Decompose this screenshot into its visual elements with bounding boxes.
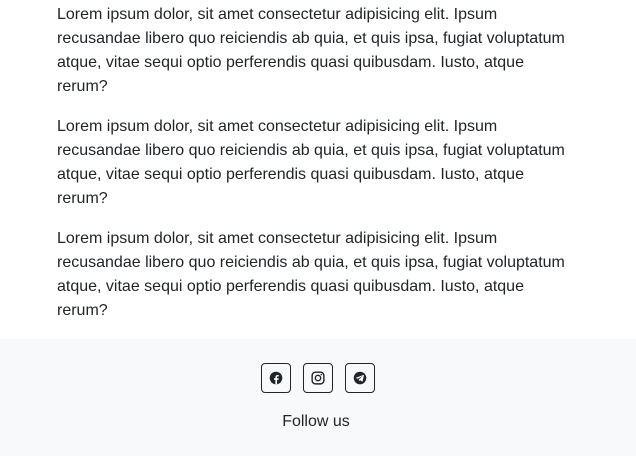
telegram-icon [353,371,367,385]
content-paragraph: Lorem ipsum dolor, sit amet consectetur … [57,118,565,207]
facebook-icon [269,371,283,385]
content-paragraph: Lorem ipsum dolor, sit amet consectetur … [57,6,565,95]
instagram-icon [311,371,325,385]
footer: Follow us [0,339,636,456]
instagram-button[interactable] [303,363,333,393]
follow-us-text: Follow us [282,413,350,430]
facebook-button[interactable] [261,363,291,393]
telegram-button[interactable] [345,363,375,393]
social-links [0,363,636,393]
main-content: Lorem ipsum dolor, sit amet consectetur … [0,0,636,336]
content-paragraph: Lorem ipsum dolor, sit amet consectetur … [57,230,565,319]
